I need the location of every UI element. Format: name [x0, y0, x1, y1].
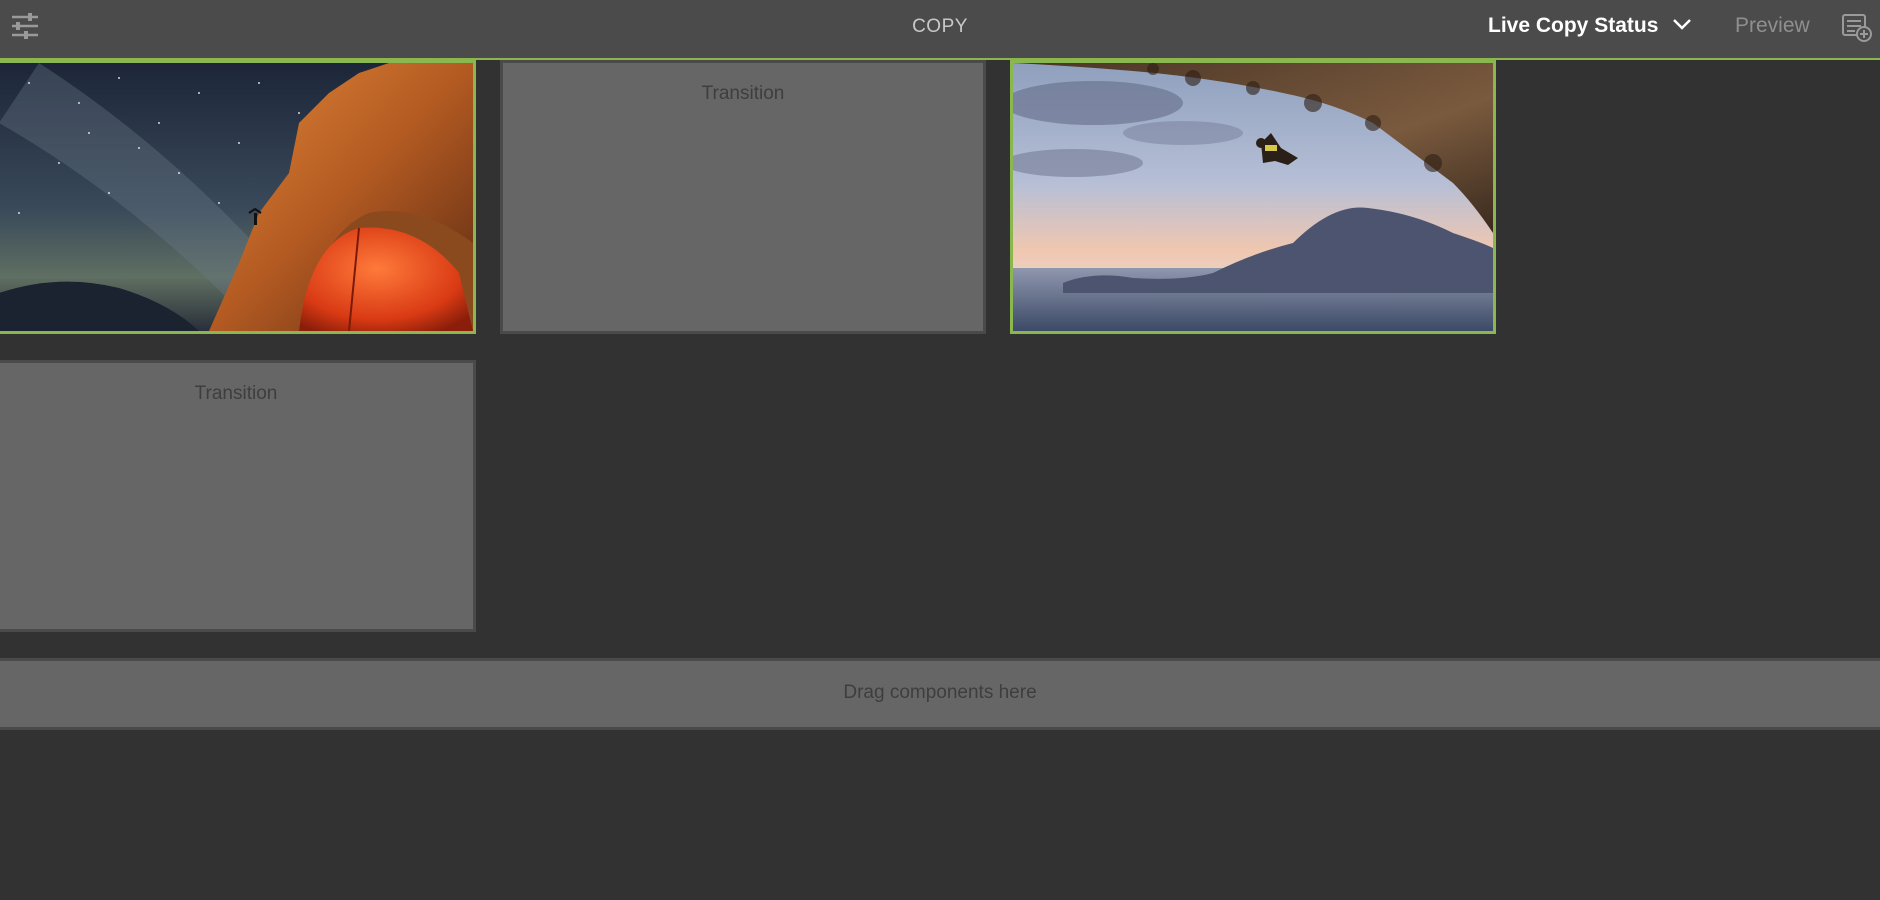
live-copy-status-label: Live Copy Status — [1488, 14, 1659, 37]
editor-toolbar: COPY Live Copy Status Preview — [0, 0, 1880, 60]
component-dropzone[interactable]: Drag components here — [0, 658, 1880, 730]
dropzone-label: Drag components here — [843, 682, 1037, 703]
transition-component-2[interactable]: Transition — [0, 360, 476, 632]
transition-label: Transition — [701, 83, 785, 104]
annotations-icon[interactable] — [1842, 14, 1872, 42]
night-camp-image — [0, 63, 473, 331]
sliders-icon[interactable] — [10, 12, 40, 40]
chevron-down-icon — [1673, 19, 1692, 31]
transition-label: Transition — [194, 383, 278, 404]
image-component-night-camp[interactable] — [0, 60, 476, 334]
transition-component-1[interactable]: Transition — [500, 60, 986, 334]
live-copy-status-dropdown[interactable]: Live Copy Status — [1488, 0, 1692, 56]
preview-button[interactable]: Preview — [1735, 0, 1810, 56]
climber-image — [1013, 63, 1493, 331]
image-component-climber[interactable] — [1010, 60, 1496, 334]
